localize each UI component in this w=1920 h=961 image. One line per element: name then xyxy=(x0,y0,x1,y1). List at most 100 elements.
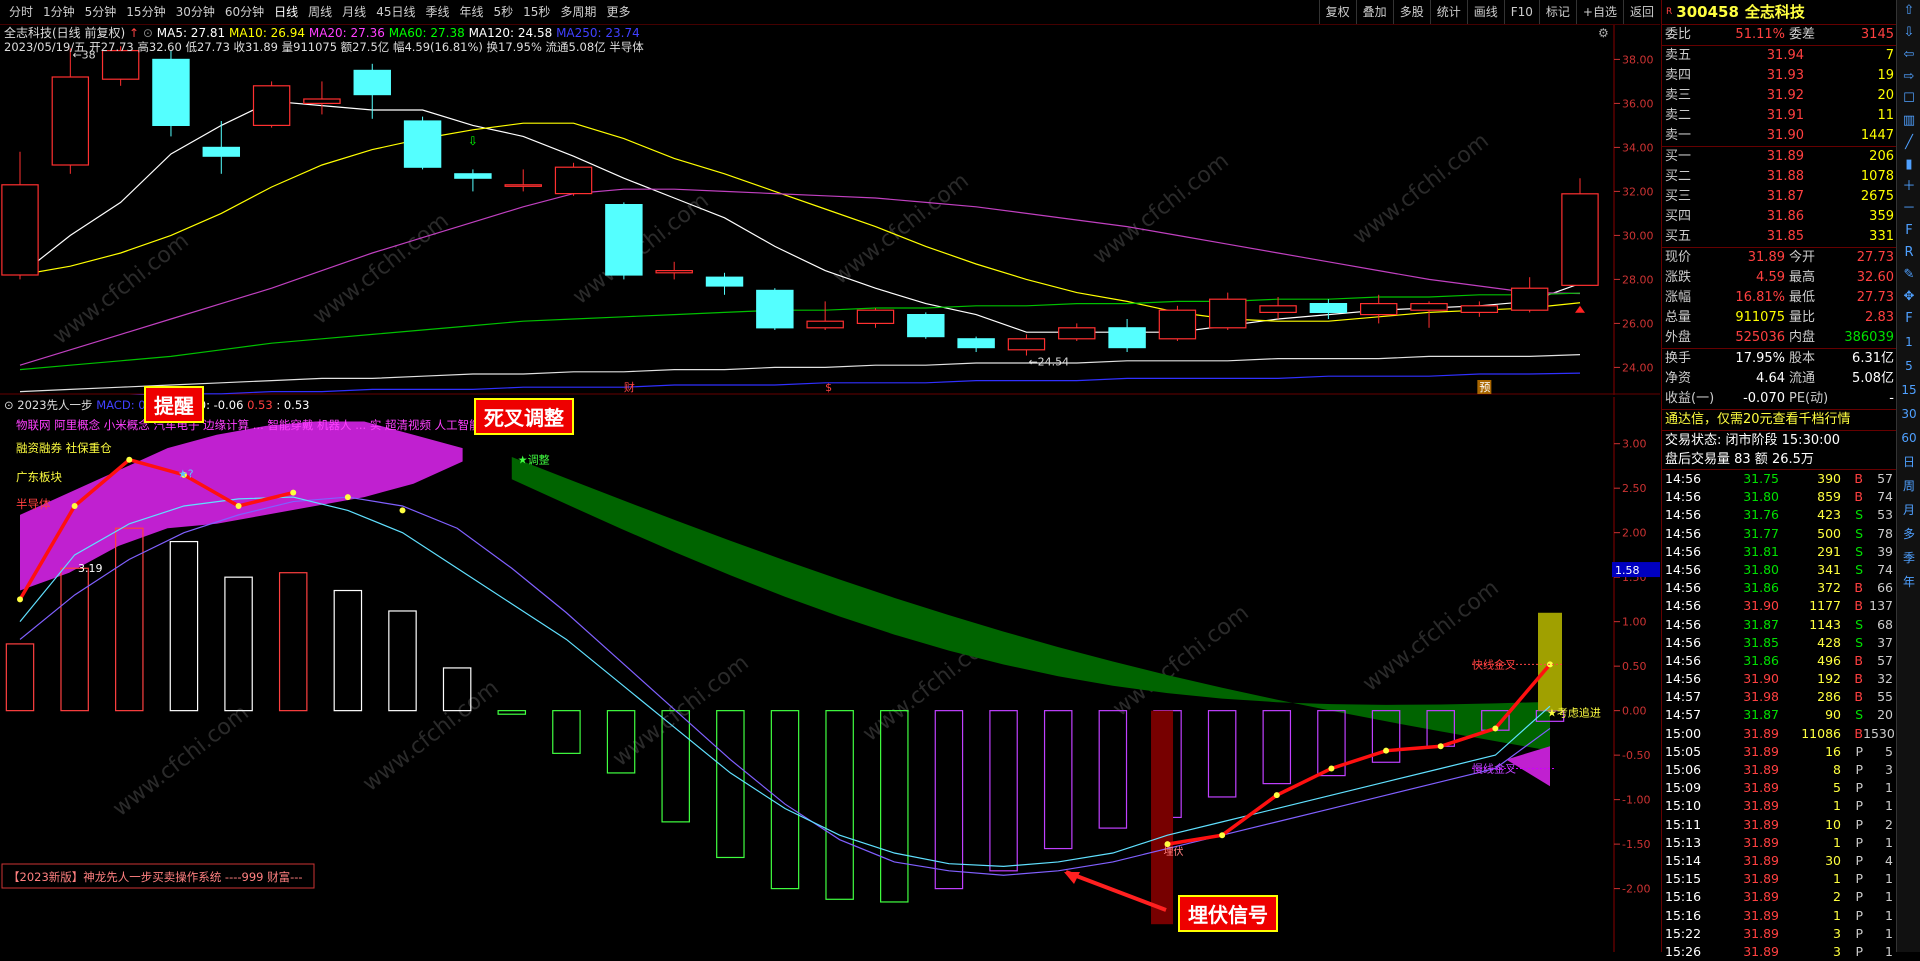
stat-row: 净资 4.64 流通 5.08亿 xyxy=(1665,371,1894,386)
promo-link[interactable]: 通达信，仅需20元查看千档行情 xyxy=(1662,410,1897,431)
period-shortcut[interactable]: 多 xyxy=(1897,522,1920,546)
candle[interactable] xyxy=(1158,305,1197,341)
candle[interactable] xyxy=(554,162,593,196)
banner-bury-signal: 埋伏信号 xyxy=(1178,895,1278,932)
kline-chart[interactable]: www.cfchi.com www.cfchi.com www.cfchi.com w… xyxy=(0,25,1660,395)
bury-label: 埋伏 xyxy=(1164,845,1184,858)
y-tick-label: 0.00 xyxy=(1622,705,1647,718)
tag-sector: 半导体 xyxy=(16,497,51,511)
tick-row: 15:06 31.89 8 P 3 xyxy=(1665,762,1893,777)
period-shortcut[interactable]: 60 xyxy=(1897,426,1920,450)
sell-row[interactable]: 卖一 31.90 1447 xyxy=(1662,126,1897,146)
period-tab[interactable]: 45日线 xyxy=(371,0,420,24)
period-shortcut[interactable]: 季 xyxy=(1897,546,1920,570)
period-tab[interactable]: 5秒 xyxy=(489,0,519,24)
event-marker[interactable]: 预 xyxy=(1479,381,1490,394)
period-tab[interactable]: 60分钟 xyxy=(220,0,269,24)
stat-row: 换手 17.95% 股本 6.31亿 xyxy=(1665,351,1894,366)
period-shortcut[interactable]: 15 xyxy=(1897,378,1920,402)
period-shortcut[interactable]: 5 xyxy=(1897,354,1920,378)
slow-cross-label: 慢线金叉 xyxy=(1472,761,1516,775)
period-shortcut[interactable]: 1 xyxy=(1897,330,1920,354)
period-shortcut[interactable]: 月 xyxy=(1897,498,1920,522)
buy-row[interactable]: 买一 31.89 206 xyxy=(1662,147,1897,167)
chart-icon[interactable]: ☐ xyxy=(1897,88,1920,110)
buy-row[interactable]: 买四 31.86 359 xyxy=(1662,207,1897,227)
candle[interactable] xyxy=(756,288,794,330)
sell-row[interactable]: 卖五 31.94 7 xyxy=(1662,46,1897,66)
candle-icon[interactable]: ▮ xyxy=(1897,154,1920,176)
candle[interactable] xyxy=(907,312,945,339)
minus-icon[interactable]: － xyxy=(1897,198,1920,220)
indicator-chart[interactable]: www.cfchi.com www.cfchi.com www.cfchi.com w… xyxy=(0,397,1660,952)
period-shortcut[interactable]: 日 xyxy=(1897,450,1920,474)
y-tick-label: 0.50 xyxy=(1622,660,1647,673)
period-tab[interactable]: 分时 xyxy=(4,0,38,24)
rsi-icon[interactable]: R xyxy=(1897,242,1920,264)
candle[interactable] xyxy=(1561,178,1599,286)
value-label: 3.19 xyxy=(78,562,103,575)
bar-icon[interactable]: ▥ xyxy=(1897,110,1920,132)
period-shortcut[interactable]: 30 xyxy=(1897,402,1920,426)
move-icon[interactable]: ✥ xyxy=(1897,286,1920,308)
toolbar-button[interactable]: 标记 xyxy=(1538,0,1576,24)
signal-point xyxy=(1273,792,1280,799)
candle[interactable] xyxy=(605,202,643,280)
down-arrow-icon[interactable]: ⇩ xyxy=(1897,22,1920,44)
toolbar-button[interactable]: F10 xyxy=(1503,0,1539,24)
sell-row[interactable]: 卖二 31.91 11 xyxy=(1662,106,1897,126)
period-tab[interactable]: 多周期 xyxy=(555,0,601,24)
buy-row[interactable]: 买二 31.88 1078 xyxy=(1662,167,1897,187)
candle[interactable] xyxy=(252,81,291,128)
tick-row: 15:09 31.89 5 P 1 xyxy=(1665,780,1893,796)
signal-point xyxy=(344,494,351,501)
toolbar-button[interactable]: 叠加 xyxy=(1355,0,1393,24)
toolbar-button[interactable]: 返回 xyxy=(1622,0,1660,24)
buy-row[interactable]: 买五 31.85 331 xyxy=(1662,227,1897,247)
period-tab[interactable]: 周线 xyxy=(303,0,337,24)
period-tab[interactable]: 日线 xyxy=(269,0,303,24)
main-chart-info: 2023/05/19/五 开27.73 高32.60 低27.73 收31.89… xyxy=(4,40,644,54)
y-tick-label: 2.00 xyxy=(1622,527,1647,540)
period-tab[interactable]: 更多 xyxy=(601,0,635,24)
event-marker[interactable]: 财 xyxy=(624,380,635,394)
period-shortcut[interactable]: 周 xyxy=(1897,474,1920,498)
tick-row: 15:16 31.89 2 P 1 xyxy=(1665,889,1893,905)
candle[interactable] xyxy=(152,50,190,137)
toolbar-button[interactable]: +自选 xyxy=(1575,0,1623,24)
period-tab[interactable]: 5分钟 xyxy=(80,0,122,24)
sell-row[interactable]: 卖四 31.93 19 xyxy=(1662,66,1897,86)
period-tab[interactable]: 季线 xyxy=(420,0,454,24)
event-marker[interactable]: $ xyxy=(825,381,832,394)
candle[interactable] xyxy=(403,116,442,170)
period-tab[interactable]: 1分钟 xyxy=(38,0,80,24)
period-tab[interactable]: 月线 xyxy=(337,0,371,24)
up-arrow-icon[interactable]: ⇧ xyxy=(1897,0,1920,22)
stat-row: 涨幅 16.81% 最低 27.73 xyxy=(1665,290,1894,305)
y-tick-label: 3.00 xyxy=(1622,438,1647,451)
adjust-marker: ★调整 xyxy=(518,452,550,466)
left-arrow-icon[interactable]: ⇦ xyxy=(1897,44,1920,66)
buy-row[interactable]: 买三 31.87 2675 xyxy=(1662,187,1897,207)
toolbar-button[interactable]: 统计 xyxy=(1429,0,1467,24)
line-icon[interactable]: ╱ xyxy=(1897,132,1920,154)
period-tab[interactable]: 15分钟 xyxy=(121,0,170,24)
f-icon-2[interactable]: F xyxy=(1897,308,1920,330)
period-tab[interactable]: 年线 xyxy=(454,0,488,24)
f-icon[interactable]: F xyxy=(1897,220,1920,242)
right-arrow-icon[interactable]: ⇨ xyxy=(1897,66,1920,88)
settings-icon[interactable]: ⚙ xyxy=(1598,26,1609,40)
period-shortcut[interactable]: 年 xyxy=(1897,570,1920,594)
signal-point xyxy=(290,489,297,496)
plus-icon[interactable]: ＋ xyxy=(1897,176,1920,198)
pen-icon[interactable]: ✎ xyxy=(1897,264,1920,286)
period-tab[interactable]: 15秒 xyxy=(518,0,555,24)
toolbar-button[interactable]: 画线 xyxy=(1466,0,1504,24)
y-tick-label: 24.00 xyxy=(1622,361,1654,374)
r-badge-icon: R xyxy=(1666,7,1673,17)
period-tab[interactable]: 30分钟 xyxy=(171,0,220,24)
toolbar-button[interactable]: 多股 xyxy=(1392,0,1430,24)
tick-row: 15:22 31.89 3 P 1 xyxy=(1665,925,1893,941)
toolbar-button[interactable]: 复权 xyxy=(1318,0,1356,24)
sell-row[interactable]: 卖三 31.92 20 xyxy=(1662,86,1897,106)
